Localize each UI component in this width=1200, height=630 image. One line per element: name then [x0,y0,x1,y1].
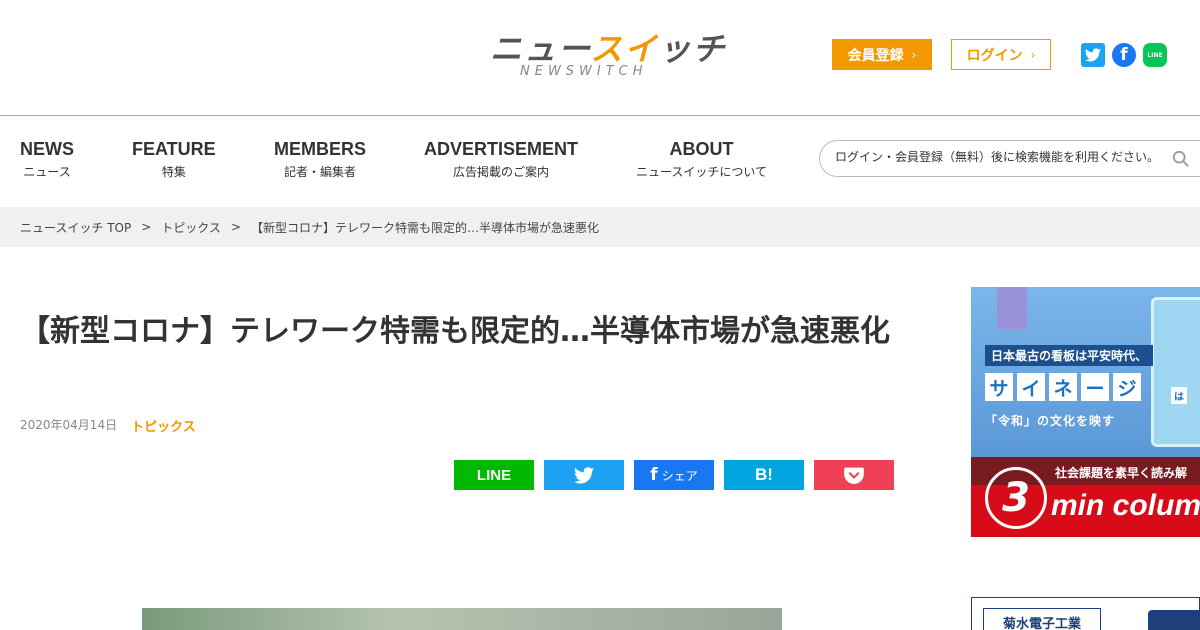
breadcrumb-current: 【新型コロナ】テレワーク特需も限定的…半導体市場が急速悪化 [251,220,600,235]
ad-particle: は [1171,387,1187,404]
nav-item-news[interactable]: NEWS ニュース [20,139,74,180]
nav-item-members[interactable]: MEMBERS 記者・編集者 [274,139,366,180]
ad-char: ー [1081,373,1109,401]
article-hero-image [142,608,782,630]
nav-label-en: MEMBERS [274,139,367,159]
facebook-glyph: f [1120,45,1128,65]
chevron-right-icon: › [911,47,917,62]
share-line-button[interactable]: LINE [454,460,534,490]
breadcrumb-separator: > [141,220,152,234]
breadcrumb-separator: > [230,220,241,234]
ad-headline: 日本最古の看板は平安時代、 [985,345,1154,366]
nav-label-ja: ニュースイッチについて [636,165,768,179]
breadcrumb-topics[interactable]: トピックス [161,219,221,236]
register-button[interactable]: 会員登録 › [832,39,932,70]
share-facebook-label: シェア [661,468,698,483]
article-category[interactable]: トピックス [131,416,196,435]
article-date: 2020年04月14日 [20,418,118,432]
ad-subline: 「令和」の文化を映す [985,414,1116,428]
nav-item-feature[interactable]: FEATURE 特集 [132,139,216,180]
nav-label-ja: ニュース [23,165,71,179]
ad-signage-word: サ イ ネ ー ジ [985,373,1141,401]
share-line-label: LINE [476,466,512,484]
pocket-icon [844,467,864,484]
ad-char: サ [985,373,1013,401]
twitter-icon[interactable] [1081,43,1105,67]
search-icon[interactable] [1172,150,1190,168]
share-twitter-button[interactable] [544,460,624,490]
hatena-icon: B! [755,465,773,484]
nav-label-en: FEATURE [132,139,216,159]
ad-product-illustration [1148,610,1199,630]
ad-number-badge: 3 [985,467,1047,529]
login-button[interactable]: ログイン › [951,39,1051,70]
share-hatena-button[interactable]: B! [724,460,804,490]
line-glyph: LINE [1147,51,1163,59]
facebook-icon[interactable]: f [1112,43,1136,67]
nav-label-en: NEWS [20,139,74,159]
share-pocket-button[interactable] [814,460,894,490]
sidebar-ad-signage[interactable]: 日本最古の看板は平安時代、 サ イ ネ ー ジ は 「令和」の文化を映す 社会課… [971,287,1200,537]
ad-char: イ [1017,373,1045,401]
ad-decoration [997,287,1027,329]
breadcrumb-home[interactable]: ニュースイッチ TOP [20,219,131,236]
login-label: ログイン [966,47,1023,64]
share-facebook-button[interactable]: f シェア [634,460,714,490]
facebook-icon: f [650,465,658,485]
site-logo[interactable]: ニュースイッチ NEWSWITCH [490,24,724,84]
ad-tagline: 社会課題を素早く読み解 [1055,466,1188,480]
site-header: ニュースイッチ NEWSWITCH 会員登録 › ログイン › f LINE [0,0,1200,116]
sidebar-ad-kikusui[interactable]: 菊水電子工業 [971,597,1200,630]
register-label: 会員登録 [847,47,904,64]
nav-label-ja: 記者・編集者 [284,165,357,179]
nav-item-about[interactable]: ABOUT ニュースイッチについて [636,139,767,180]
ad-char: ジ [1113,373,1141,401]
search-box [819,140,1200,177]
nav-label-ja: 特集 [161,165,186,179]
breadcrumb: ニュースイッチ TOP > トピックス > 【新型コロナ】テレワーク特需も限定的… [0,207,1200,247]
nav-label-en: ADVERTISEMENT [424,139,579,159]
article-meta: 2020年04月14日 トピックス [20,416,196,435]
nav-item-advertisement[interactable]: ADVERTISEMENT 広告掲載のご案内 [424,139,578,180]
ad-min-column-logo: min colum [1051,489,1200,522]
ad-company-name: 菊水電子工業 [983,608,1101,630]
nav-label-ja: 広告掲載のご案内 [453,165,550,179]
search-input[interactable] [835,150,1175,164]
ad-char: ネ [1049,373,1077,401]
chevron-right-icon: › [1030,47,1036,62]
article-title: 【新型コロナ】テレワーク特需も限定的…半導体市場が急速悪化 [20,314,890,349]
ad-tablet-illustration [1151,297,1200,447]
twitter-icon [574,466,594,483]
twitter-bird-icon [1085,48,1101,62]
logo-subtitle: NEWSWITCH [520,64,648,79]
line-icon[interactable]: LINE [1143,43,1167,67]
nav-label-en: ABOUT [669,139,734,159]
